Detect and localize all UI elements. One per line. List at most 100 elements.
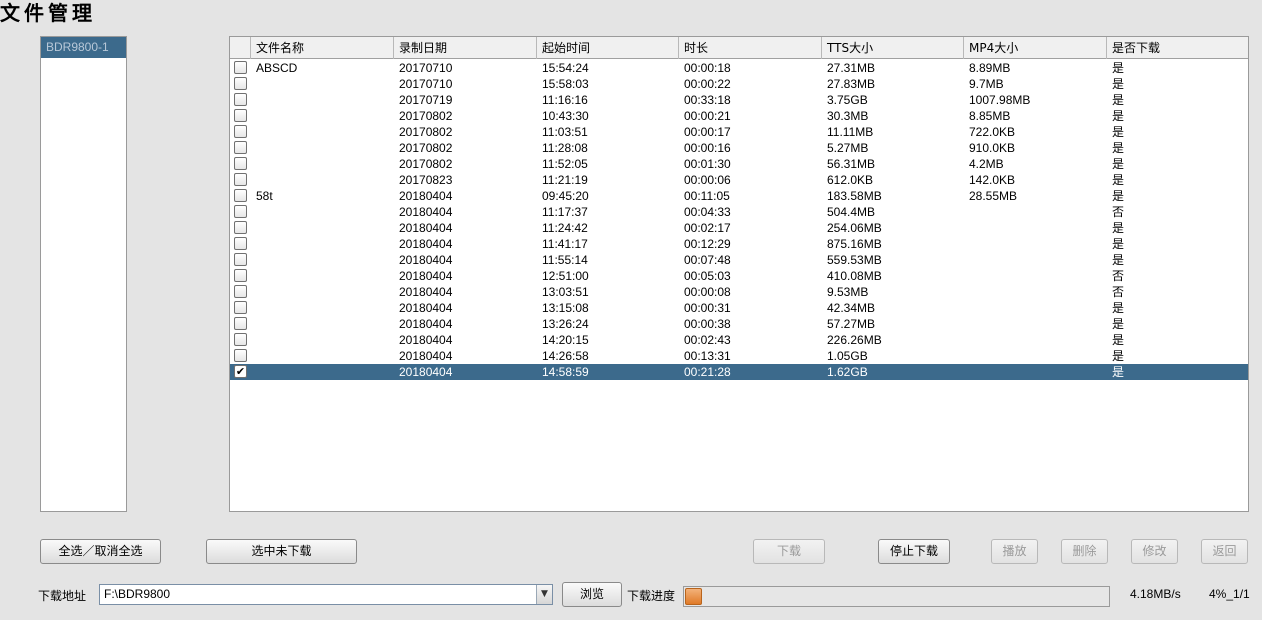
table-row[interactable]: 20170823 11:21:19 00:00:06 612.0KB 142.0KB 是 xyxy=(230,172,1248,188)
cell-tts-size: 27.83MB xyxy=(827,77,876,91)
cell-mp4-size xyxy=(964,284,969,300)
table-row[interactable]: 20180404 14:26:58 00:13:31 1.05GB 是 xyxy=(230,348,1248,364)
table-row[interactable]: 20180404 13:03:51 00:00:08 9.53MB 否 xyxy=(230,284,1248,300)
row-checkbox[interactable] xyxy=(234,301,247,314)
cell-mp4-size: 722.0KB xyxy=(969,125,1016,139)
row-checkbox[interactable]: ✔ xyxy=(234,365,247,378)
header-tts-size[interactable]: TTS大小 xyxy=(822,37,964,59)
table-row[interactable]: 20180404 13:15:08 00:00:31 42.34MB 是 xyxy=(230,300,1248,316)
cell-record-date: 20170802 xyxy=(399,125,453,139)
file-table[interactable]: 文件名称 录制日期 起始时间 时长 TTS大小 MP4大小 是否下载 ABSCD… xyxy=(229,36,1249,512)
row-checkbox[interactable] xyxy=(234,205,247,218)
row-checkbox[interactable] xyxy=(234,237,247,250)
cell-duration: 00:00:38 xyxy=(684,317,731,331)
cell-start-time: 11:17:37 xyxy=(542,205,588,219)
header-duration[interactable]: 时长 xyxy=(679,37,822,59)
cell-start-time: 13:15:08 xyxy=(542,301,589,315)
row-checkbox[interactable] xyxy=(234,221,247,234)
row-checkbox[interactable] xyxy=(234,93,247,106)
row-checkbox[interactable] xyxy=(234,349,247,362)
cell-downloaded: 是 xyxy=(1112,221,1125,235)
row-checkbox[interactable] xyxy=(234,285,247,298)
cell-start-time: 11:55:14 xyxy=(542,253,588,267)
download-path-label: 下载地址 xyxy=(38,589,87,603)
cell-downloaded: 是 xyxy=(1112,125,1125,139)
cell-mp4-size xyxy=(964,316,969,332)
row-checkbox[interactable] xyxy=(234,333,247,346)
table-row[interactable]: 20180404 11:55:14 00:07:48 559.53MB 是 xyxy=(230,252,1248,268)
table-row[interactable]: 20180404 14:20:15 00:02:43 226.26MB 是 xyxy=(230,332,1248,348)
header-file-name[interactable]: 文件名称 xyxy=(251,37,394,59)
row-checkbox[interactable] xyxy=(234,141,247,154)
table-row[interactable]: 20170802 11:03:51 00:00:17 11.11MB 722.0KB 是 xyxy=(230,124,1248,140)
cell-downloaded: 是 xyxy=(1112,189,1125,203)
download-path-value[interactable]: F:\BDR9800 xyxy=(104,585,170,604)
row-checkbox[interactable] xyxy=(234,173,247,186)
modify-button[interactable]: 修改 xyxy=(1131,539,1178,564)
table-row[interactable]: 20180404 11:24:42 00:02:17 254.06MB 是 xyxy=(230,220,1248,236)
select-all-button[interactable]: 全选／取消全选 xyxy=(40,539,161,564)
row-checkbox[interactable] xyxy=(234,157,247,170)
row-checkbox[interactable] xyxy=(234,317,247,330)
table-row[interactable]: 20170802 11:28:08 00:00:16 5.27MB 910.0KB 是 xyxy=(230,140,1248,156)
stop-download-button[interactable]: 停止下载 xyxy=(878,539,950,564)
device-list[interactable]: BDR9800-1 xyxy=(40,36,127,512)
cell-record-date: 20180404 xyxy=(399,349,453,363)
cell-downloaded: 是 xyxy=(1112,237,1125,251)
table-row[interactable]: 20170802 10:43:30 00:00:21 30.3MB 8.85MB 是 xyxy=(230,108,1248,124)
cell-duration: 00:00:21 xyxy=(684,109,731,123)
header-mp4-size[interactable]: MP4大小 xyxy=(964,37,1107,59)
cell-record-date: 20170719 xyxy=(399,93,453,107)
cell-start-time: 11:41:17 xyxy=(542,237,588,251)
row-checkbox[interactable] xyxy=(234,109,247,122)
cell-file-name xyxy=(251,300,256,316)
table-row[interactable]: 20180404 11:17:37 00:04:33 504.4MB 否 xyxy=(230,204,1248,220)
chevron-down-icon[interactable]: ▼ xyxy=(536,585,552,604)
cell-tts-size: 254.06MB xyxy=(827,221,882,235)
cell-file-name xyxy=(251,284,256,300)
cell-downloaded: 是 xyxy=(1112,253,1125,267)
row-checkbox[interactable] xyxy=(234,253,247,266)
header-checkbox-column xyxy=(230,37,251,59)
download-button[interactable]: 下载 xyxy=(753,539,825,564)
header-record-date[interactable]: 录制日期 xyxy=(394,37,537,59)
back-button[interactable]: 返回 xyxy=(1201,539,1248,564)
cell-record-date: 20180404 xyxy=(399,333,453,347)
row-checkbox[interactable] xyxy=(234,61,247,74)
cell-start-time: 12:51:00 xyxy=(542,269,589,283)
download-path-combobox[interactable]: F:\BDR9800 ▼ xyxy=(99,584,553,605)
cell-mp4-size: 8.85MB xyxy=(969,109,1011,123)
row-checkbox[interactable] xyxy=(234,269,247,282)
table-row[interactable]: 58t 20180404 09:45:20 00:11:05 183.58MB 28.55… xyxy=(230,188,1248,204)
cell-start-time: 13:03:51 xyxy=(542,285,589,299)
cell-start-time: 09:45:20 xyxy=(542,189,589,203)
table-row[interactable]: ✔ 20180404 14:58:59 00:21:28 1.62GB 是 xyxy=(230,364,1248,380)
cell-tts-size: 226.26MB xyxy=(827,333,882,347)
browse-button[interactable]: 浏览 xyxy=(562,582,622,607)
table-row[interactable]: 20170719 11:16:16 00:33:18 3.75GB 1007.98MB 是 xyxy=(230,92,1248,108)
play-button[interactable]: 播放 xyxy=(991,539,1038,564)
table-row[interactable]: 20180404 11:41:17 00:12:29 875.16MB 是 xyxy=(230,236,1248,252)
cell-duration: 00:04:33 xyxy=(684,205,731,219)
table-row[interactable]: 20180404 12:51:00 00:05:03 410.08MB 否 xyxy=(230,268,1248,284)
cell-duration: 00:00:16 xyxy=(684,141,731,155)
table-row[interactable]: 20170710 15:58:03 00:00:22 27.83MB 9.7MB 是 xyxy=(230,76,1248,92)
cell-tts-size: 612.0KB xyxy=(827,173,874,187)
row-checkbox[interactable] xyxy=(234,77,247,90)
delete-button[interactable]: 删除 xyxy=(1061,539,1108,564)
table-row[interactable]: 20180404 13:26:24 00:00:38 57.27MB 是 xyxy=(230,316,1248,332)
header-downloaded[interactable]: 是否下载 xyxy=(1107,37,1248,59)
select-not-downloaded-button[interactable]: 选中未下载 xyxy=(206,539,357,564)
table-row[interactable]: 20170802 11:52:05 00:01:30 56.31MB 4.2MB 是 xyxy=(230,156,1248,172)
device-item[interactable]: BDR9800-1 xyxy=(41,37,126,58)
cell-duration: 00:02:43 xyxy=(684,333,731,347)
row-checkbox[interactable] xyxy=(234,125,247,138)
cell-duration: 00:00:17 xyxy=(684,125,731,139)
cell-downloaded: 是 xyxy=(1112,93,1125,107)
row-checkbox[interactable] xyxy=(234,189,247,202)
header-start-time[interactable]: 起始时间 xyxy=(537,37,679,59)
cell-tts-size: 56.31MB xyxy=(827,157,876,171)
cell-tts-size: 9.53MB xyxy=(827,285,869,299)
table-row[interactable]: ABSCD 20170710 15:54:24 00:00:18 27.31MB 8.89… xyxy=(230,60,1248,76)
table-body: ABSCD 20170710 15:54:24 00:00:18 27.31MB 8.89… xyxy=(230,60,1248,380)
